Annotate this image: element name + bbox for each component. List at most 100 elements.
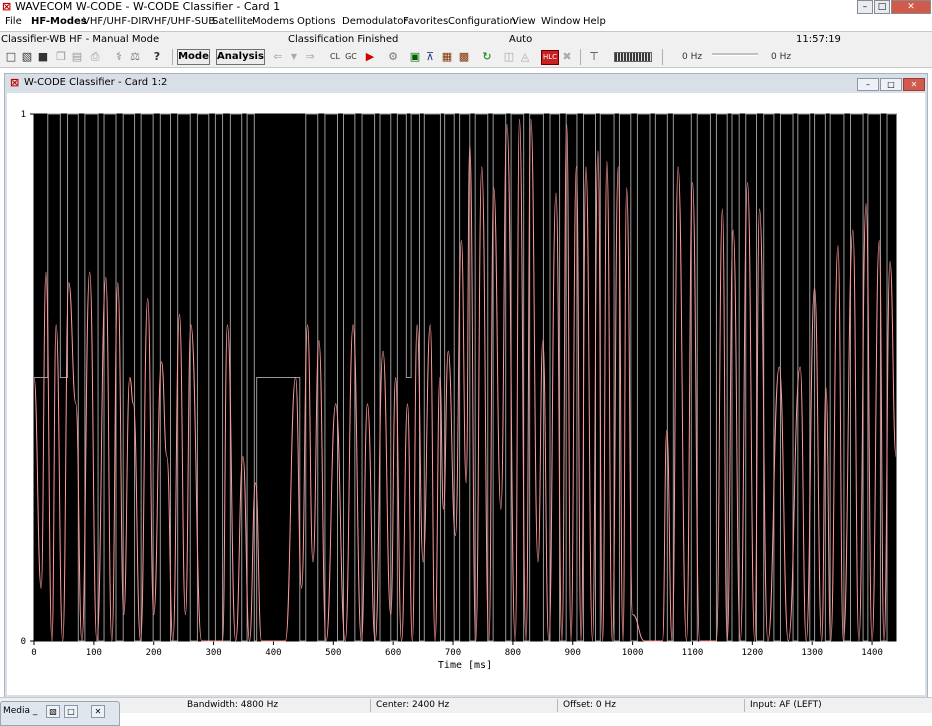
tuning-line-icon[interactable]: ⊤ xyxy=(588,50,600,63)
x-tick-label: 1400 xyxy=(861,648,883,658)
new-file-icon[interactable]: □ xyxy=(5,50,17,63)
classification-status: Classification Finished xyxy=(288,34,399,45)
plot-area: 0 100 200 300 400 500 600 700 800 900 1000 1100 1200… xyxy=(7,93,925,695)
open-folder-icon[interactable]: ▧ xyxy=(21,50,33,63)
status-bar: Bandwidth: 4800 Hz Center: 2400 Hz Offse… xyxy=(0,697,932,713)
bandwidth-status: Bandwidth: 4800 Hz xyxy=(187,700,279,710)
refresh-icon[interactable]: ↻ xyxy=(481,50,493,63)
hlc-icon[interactable]: HLC xyxy=(541,50,559,65)
menu-file[interactable]: File xyxy=(5,14,22,30)
layout2-icon[interactable]: ◬ xyxy=(519,50,531,63)
analysis-button[interactable]: Analysis xyxy=(216,49,265,65)
menu-vhf-uhf-sub[interactable]: VHF/UHF-SUB xyxy=(147,14,215,30)
mode-button[interactable]: Mode xyxy=(177,49,210,65)
classifier-title: W-CODE Classifier - Card 1:2 xyxy=(24,77,168,88)
copy-icon[interactable]: ❐ xyxy=(55,50,67,63)
minimize-button[interactable]: – xyxy=(857,0,873,14)
menu-satellite[interactable]: Satellite xyxy=(212,14,253,30)
menu-configuration[interactable]: Configuration xyxy=(448,14,516,30)
child-minimize-button[interactable]: – xyxy=(857,78,879,91)
menu-options[interactable]: Options xyxy=(297,14,336,30)
clock-time: 11:57:19 xyxy=(796,34,841,45)
x-tick-label: 1300 xyxy=(801,648,823,658)
display-icon[interactable]: ▣ xyxy=(409,50,421,63)
close-channel-icon[interactable]: ✖ xyxy=(561,50,573,63)
arrow-right-icon[interactable]: ⇒ xyxy=(304,50,316,63)
menu-modems[interactable]: Modems xyxy=(252,14,294,30)
wavecom-logo-icon: ⊠ xyxy=(2,0,12,13)
play-icon[interactable]: ▶ xyxy=(364,50,376,63)
x-tick-label: 200 xyxy=(146,648,162,658)
grid-icon[interactable]: ▦ xyxy=(441,50,453,63)
tune-icon[interactable]: ⚙ xyxy=(387,50,399,63)
menu-bar: File HF-Modes VHF/UHF-DIR VHF/UHF-SUB Sa… xyxy=(0,14,932,30)
x-tick-label: 1100 xyxy=(682,648,704,658)
antenna-icon[interactable]: ⊼ xyxy=(424,50,436,63)
x-tick-label: 100 xyxy=(86,648,102,658)
pattern-icon[interactable]: ▩ xyxy=(458,50,470,63)
x-tick-label: 1000 xyxy=(622,648,644,658)
x-tick-label: 1200 xyxy=(741,648,763,658)
media-restore-icon[interactable]: ▧ xyxy=(46,705,60,718)
mode-status: Classifier-WB HF - Manual Mode xyxy=(1,34,160,45)
classifier-window: ⊠ W-CODE Classifier - Card 1:2 – □ ✕ 0 10… xyxy=(4,73,928,698)
input-status: Input: AF (LEFT) xyxy=(750,700,822,710)
maximize-button[interactable]: □ xyxy=(874,0,890,14)
x-axis-label: Time [ms] xyxy=(438,660,492,671)
x-tick-label: 400 xyxy=(265,648,281,658)
find-next-icon[interactable]: ⚖ xyxy=(129,50,141,63)
close-button[interactable]: ✕ xyxy=(891,0,931,14)
child-maximize-button[interactable]: □ xyxy=(880,78,902,91)
x-tick-label: 700 xyxy=(445,648,461,658)
print-icon[interactable]: ⎙ xyxy=(89,50,101,63)
media-label: Media _ xyxy=(3,706,38,716)
classifier-titlebar: ⊠ W-CODE Classifier - Card 1:2 – □ ✕ xyxy=(5,74,927,92)
level-meter xyxy=(614,52,652,62)
status-separator xyxy=(557,699,558,712)
menu-window[interactable]: Window xyxy=(541,14,580,30)
layout-icon[interactable]: ◫ xyxy=(503,50,515,63)
x-tick-label: 600 xyxy=(385,648,401,658)
frequency-slider[interactable] xyxy=(712,53,758,56)
channel-gc-icon[interactable]: GC xyxy=(345,50,357,63)
y-tick-label: 0 xyxy=(21,637,26,647)
app-titlebar: ⊠ WAVECOM W-CODE - W-CODE Classifier - C… xyxy=(0,0,932,14)
menu-help[interactable]: Help xyxy=(583,14,606,30)
media-maximize-icon[interactable]: □ xyxy=(64,705,78,718)
x-tick-label: 900 xyxy=(565,648,581,658)
time-domain-chart[interactable]: 0 100 200 300 400 500 600 700 800 900 1000 1100 1200… xyxy=(7,93,925,695)
frequency-left: 0 Hz xyxy=(682,52,703,62)
toolbar-separator xyxy=(580,49,581,65)
menu-vhf-uhf-dir[interactable]: VHF/UHF-DIR xyxy=(83,14,148,30)
paste-icon[interactable]: ▤ xyxy=(71,50,83,63)
toolbar-separator xyxy=(172,49,173,65)
x-tick-label: 500 xyxy=(325,648,341,658)
app-title: WAVECOM W-CODE - W-CODE Classifier - Car… xyxy=(15,0,281,13)
save-icon[interactable]: ■ xyxy=(37,50,49,63)
arrow-left-icon[interactable]: ⇐ xyxy=(272,50,284,63)
channel-cl-icon[interactable]: CL xyxy=(329,50,341,63)
center-status: Center: 2400 Hz xyxy=(376,700,450,710)
offset-status: Offset: 0 Hz xyxy=(563,700,617,710)
dropdown-arrow-icon[interactable]: ▼ xyxy=(288,50,300,63)
media-minimized-window[interactable]: Media _ ▧ □ ✕ xyxy=(0,701,120,726)
x-tick-label: 300 xyxy=(205,648,221,658)
menu-view[interactable]: View xyxy=(512,14,536,30)
toolbar: □ ▧ ■ ❐ ▤ ⎙ ⚕ ⚖ ? Mode Analysis ⇐ ▼ ⇒ CL… xyxy=(0,47,932,68)
help-icon[interactable]: ? xyxy=(151,50,163,63)
x-tick-label: 0 xyxy=(31,648,36,658)
media-close-icon[interactable]: ✕ xyxy=(91,705,105,718)
status-separator xyxy=(370,699,371,712)
status-separator xyxy=(744,699,745,712)
wavecom-logo-icon: ⊠ xyxy=(10,76,20,89)
y-tick-label: 1 xyxy=(21,110,26,120)
menu-favorites[interactable]: Favorites xyxy=(403,14,448,30)
menu-hf-modes[interactable]: HF-Modes xyxy=(31,14,87,30)
child-close-button[interactable]: ✕ xyxy=(903,78,925,91)
menu-demodulator[interactable]: Demodulator xyxy=(342,14,407,30)
info-row: Classifier-WB HF - Manual Mode Classific… xyxy=(0,31,932,48)
find-icon[interactable]: ⚕ xyxy=(113,50,125,63)
toolbar-separator xyxy=(662,49,663,65)
x-tick-label: 800 xyxy=(505,648,521,658)
auto-status: Auto xyxy=(509,34,533,45)
